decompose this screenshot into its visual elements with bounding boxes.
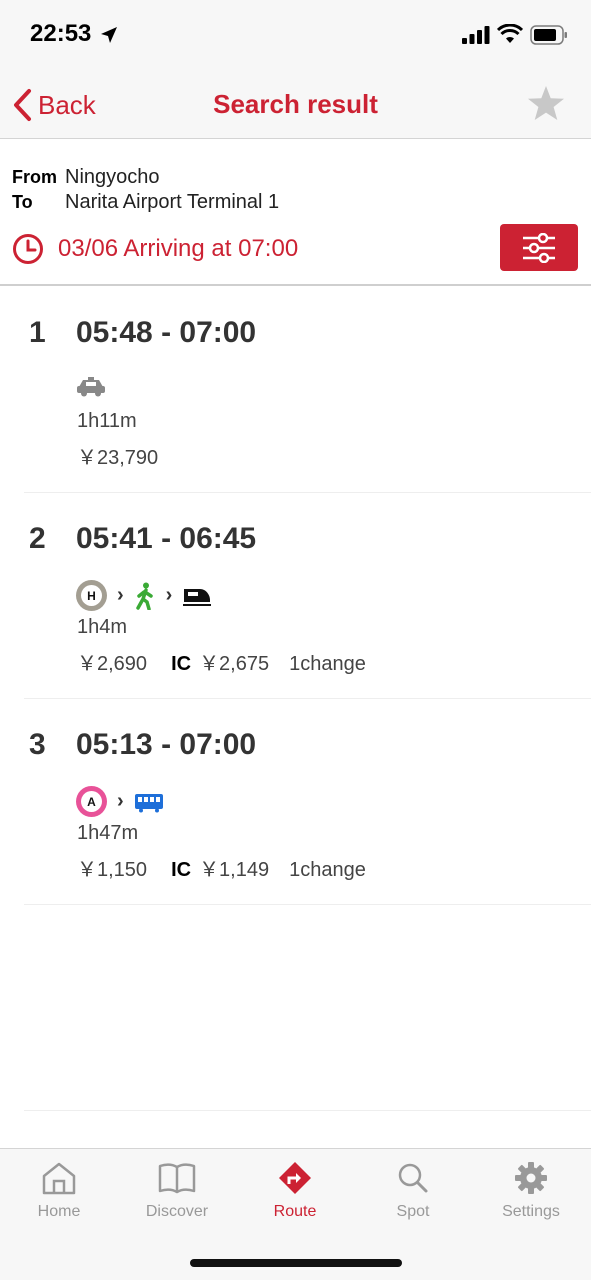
- gear-icon: [515, 1162, 547, 1194]
- route-modes: H › ›: [76, 580, 212, 611]
- route-duration: 1h11m: [77, 410, 137, 432]
- search-conditions: From Ningyocho To Narita Airport Terminal …: [0, 140, 591, 286]
- chevron-right-icon: ›: [117, 584, 124, 606]
- tab-route[interactable]: Route: [236, 1161, 354, 1221]
- tab-label: Spot: [396, 1203, 430, 1220]
- chevron-right-icon: ›: [165, 584, 173, 606]
- arrival-text: 03/06 Arriving at 07:00: [58, 235, 299, 262]
- tab-label: Home: [37, 1203, 81, 1220]
- battery-icon: [530, 25, 567, 45]
- route-changes: 1change: [289, 653, 366, 675]
- route-fare: ￥23,790: [77, 447, 159, 469]
- train-icon: [134, 793, 163, 812]
- subway-line-a-icon: A: [76, 786, 107, 817]
- route-item[interactable]: 2 05:41 - 06:45 H › › 1h4m ￥2,690 IC ￥2,…: [24, 493, 591, 699]
- route-changes: 1change: [289, 859, 366, 881]
- route-time-span: 05:48 - 07:00: [76, 316, 257, 349]
- sliders-icon: [523, 232, 555, 263]
- from-station: Ningyocho: [65, 166, 160, 188]
- navigation-bar: Back Search result: [0, 72, 591, 139]
- to-station: Narita Airport Terminal 1: [65, 191, 280, 213]
- line-badge-letter: A: [81, 791, 102, 812]
- home-indicator: [190, 1259, 402, 1267]
- favorite-star-icon[interactable]: [526, 84, 566, 124]
- status-time: 22:53: [30, 20, 92, 47]
- tab-discover[interactable]: Discover: [118, 1161, 236, 1221]
- route-modes: A ›: [76, 786, 164, 817]
- page-title: Search result: [213, 89, 378, 119]
- location-arrow-icon: [101, 27, 117, 43]
- from-row: From Ningyocho: [12, 166, 160, 189]
- walk-icon: [135, 582, 153, 610]
- subway-line-h-icon: H: [76, 580, 107, 611]
- route-item[interactable]: 3 05:13 - 07:00 A › 1h47m ￥1,150 IC ￥1,1…: [24, 699, 591, 905]
- express-train-icon: [183, 588, 212, 606]
- route-duration: 1h47m: [77, 822, 139, 844]
- taxi-icon: [77, 377, 105, 397]
- tab-spot[interactable]: Spot: [354, 1161, 472, 1221]
- route-duration: 1h4m: [77, 616, 128, 638]
- route-ic-fare: ￥2,675: [199, 653, 270, 675]
- route-number: 3: [29, 728, 46, 761]
- tab-label: Settings: [502, 1203, 560, 1220]
- route-modes: [76, 377, 106, 397]
- ic-label: IC: [171, 859, 192, 881]
- book-icon: [158, 1163, 196, 1194]
- from-label: From: [12, 167, 57, 187]
- route-fare: ￥2,690: [77, 653, 148, 675]
- search-icon: [398, 1163, 428, 1193]
- chevron-right-icon: ›: [117, 790, 124, 812]
- cellular-signal-icon: [462, 26, 490, 44]
- tab-settings[interactable]: Settings: [472, 1161, 590, 1221]
- tab-home[interactable]: Home: [0, 1161, 118, 1221]
- clock-icon: [13, 234, 43, 264]
- filter-button[interactable]: [500, 224, 578, 271]
- tab-label: Discover: [145, 1203, 209, 1220]
- status-bar: 22:53: [0, 0, 591, 72]
- ic-label: IC: [171, 653, 192, 675]
- tab-label: Route: [273, 1203, 317, 1220]
- route-fare-row: ￥2,690 IC ￥2,675 1change: [77, 647, 366, 676]
- route-ic-fare: ￥1,149: [199, 859, 270, 881]
- arrival-time[interactable]: 03/06 Arriving at 07:00: [12, 233, 298, 265]
- route-fare-row: ￥23,790: [77, 441, 158, 470]
- route-number: 2: [29, 522, 46, 555]
- route-icon: [279, 1162, 311, 1194]
- home-icon: [42, 1162, 76, 1195]
- route-item[interactable]: 1 05:48 - 07:00 1h11m ￥23,790: [24, 287, 591, 493]
- route-list-spacer: [24, 905, 591, 1111]
- route-fare-row: ￥1,150 IC ￥1,149 1change: [77, 853, 366, 882]
- route-fare: ￥1,150: [77, 859, 148, 881]
- line-badge-letter: H: [81, 585, 102, 606]
- to-row: To Narita Airport Terminal 1: [12, 191, 279, 214]
- route-time-span: 05:13 - 07:00: [76, 728, 257, 761]
- route-time-span: 05:41 - 06:45: [76, 522, 257, 555]
- to-label: To: [12, 192, 33, 212]
- route-number: 1: [29, 316, 46, 349]
- wifi-icon: [497, 24, 523, 43]
